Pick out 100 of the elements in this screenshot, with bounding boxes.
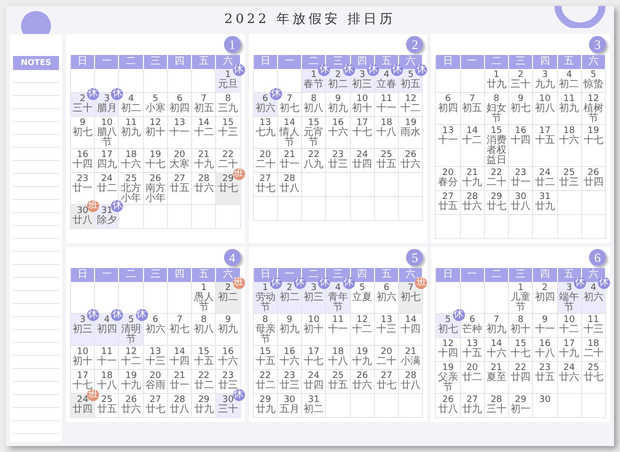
weekday-header: 四 [350, 268, 375, 282]
day-number: 15 [490, 126, 502, 136]
lunar-date: 廿八 [400, 380, 422, 390]
day-number: 9 [335, 94, 341, 104]
workday-badge: 班 [87, 388, 100, 400]
lunar-date: 植树节 [582, 104, 604, 124]
weekday-header: 日 [436, 54, 461, 68]
day-number: 28 [466, 192, 478, 202]
day-number: 17 [356, 118, 368, 128]
day-number: 13 [150, 346, 162, 356]
day-number: 22 [222, 150, 234, 160]
weekday-header: 日 [436, 268, 461, 282]
day-number: 4 [104, 314, 110, 324]
day-number: 26 [588, 168, 600, 178]
lunar-date: 父亲节 [436, 372, 459, 392]
day-number: 23 [539, 362, 551, 372]
day-number: 18 [125, 150, 137, 160]
lunar-date: 十九 [351, 356, 374, 366]
lunar-date: 初四 [168, 104, 191, 114]
lunar-date: 八九 [302, 160, 325, 170]
lunar-date: 雨水 [400, 128, 422, 138]
day-number: 28 [284, 174, 296, 184]
lunar-date: 十八 [326, 356, 349, 366]
lunar-date: 初二 [120, 104, 142, 114]
day-number: 27 [260, 174, 271, 184]
lunar-date: 廿六 [120, 404, 142, 414]
lunar-date: 廿三 [558, 178, 580, 188]
lunar-date: 初四 [96, 324, 118, 334]
lunar-date: 妇女节 [485, 104, 508, 124]
day-number: 11 [125, 118, 137, 128]
lunar-date: 十八 [96, 380, 118, 390]
day-number: 25 [125, 174, 137, 184]
month-number: 4 [224, 248, 241, 266]
lunar-date: 小满 [400, 356, 422, 366]
lunar-date: 初七 [436, 324, 459, 334]
day-number: 8 [200, 314, 207, 324]
day-number: 23 [332, 150, 344, 160]
lunar-date: 二十 [582, 348, 604, 358]
day-number: 27 [174, 174, 186, 184]
weekday-header: 二 [119, 54, 144, 68]
lunar-date: 廿八 [72, 216, 94, 226]
lunar-date: 初九 [120, 128, 142, 138]
day-number: 1 [225, 70, 231, 80]
day-number: 17 [101, 150, 113, 160]
lunar-date: 十五 [192, 356, 215, 366]
day-number: 26 [356, 370, 368, 380]
day-number: 12 [150, 118, 162, 128]
month-number: 5 [406, 248, 424, 266]
lunar-date: 十四 [72, 160, 94, 170]
day-number: 22 [514, 362, 526, 372]
lunar-date: 十八 [534, 348, 556, 358]
circle-decoration [20, 10, 52, 34]
weekday-header: 一 [95, 268, 120, 282]
lunar-date: 青年节 [326, 292, 349, 312]
lunar-date: 廿九 [485, 80, 508, 90]
day-number: 18 [588, 338, 600, 348]
day-number: 11 [380, 94, 392, 104]
day-number: 28 [490, 394, 502, 404]
lunar-date: 惊蛰 [582, 80, 604, 90]
lunar-date: 十四 [400, 324, 422, 334]
month-number: 6 [589, 248, 606, 266]
day-number: 26 [125, 394, 137, 404]
day-number: 14 [174, 346, 186, 356]
day-number: 15 [308, 118, 320, 128]
day-number: 11 [101, 346, 113, 356]
weekday-header: 一 [460, 268, 485, 282]
day-number: 2 [80, 94, 86, 104]
day-number: 25 [380, 150, 392, 160]
day-number: 25 [332, 370, 344, 380]
lunar-date: 五月 [278, 404, 300, 414]
lunar-date: 廿五 [96, 404, 118, 414]
lunar-date: 十五 [534, 136, 556, 146]
day-number: 21 [466, 168, 478, 178]
lunar-date: 初七 [72, 128, 94, 138]
lunar-date: 芒种 [461, 324, 484, 334]
lunar-date: 初七 [510, 104, 532, 114]
day-number: 10 [539, 94, 551, 104]
lunar-date: 初二 [558, 80, 580, 90]
day-number: 19 [404, 118, 416, 128]
day-number: 27 [150, 394, 162, 404]
day-number: 31 [539, 192, 551, 202]
lunar-date: 廿一 [510, 178, 532, 188]
lunar-date: 初九 [278, 324, 300, 334]
lunar-date: 初九 [217, 324, 240, 334]
lunar-date: 十六 [120, 160, 142, 170]
day-number: 25 [588, 362, 600, 372]
weekday-header: 一 [95, 54, 120, 68]
day-number: 6 [384, 282, 390, 292]
day-number: 3 [566, 282, 572, 292]
day-number: 20 [466, 362, 478, 372]
weekday-header: 五 [374, 268, 400, 282]
day-number: 10 [76, 346, 88, 356]
day-number: 23 [222, 370, 234, 380]
lunar-date: 谷雨 [144, 380, 166, 390]
lunar-date: 初十 [351, 104, 374, 114]
weekday-header: 四 [168, 54, 192, 68]
day-number: 14 [284, 118, 296, 128]
weekday-header: 六 [582, 54, 606, 68]
day-number: 31 [101, 206, 113, 216]
lunar-date: 初二 [302, 404, 325, 414]
